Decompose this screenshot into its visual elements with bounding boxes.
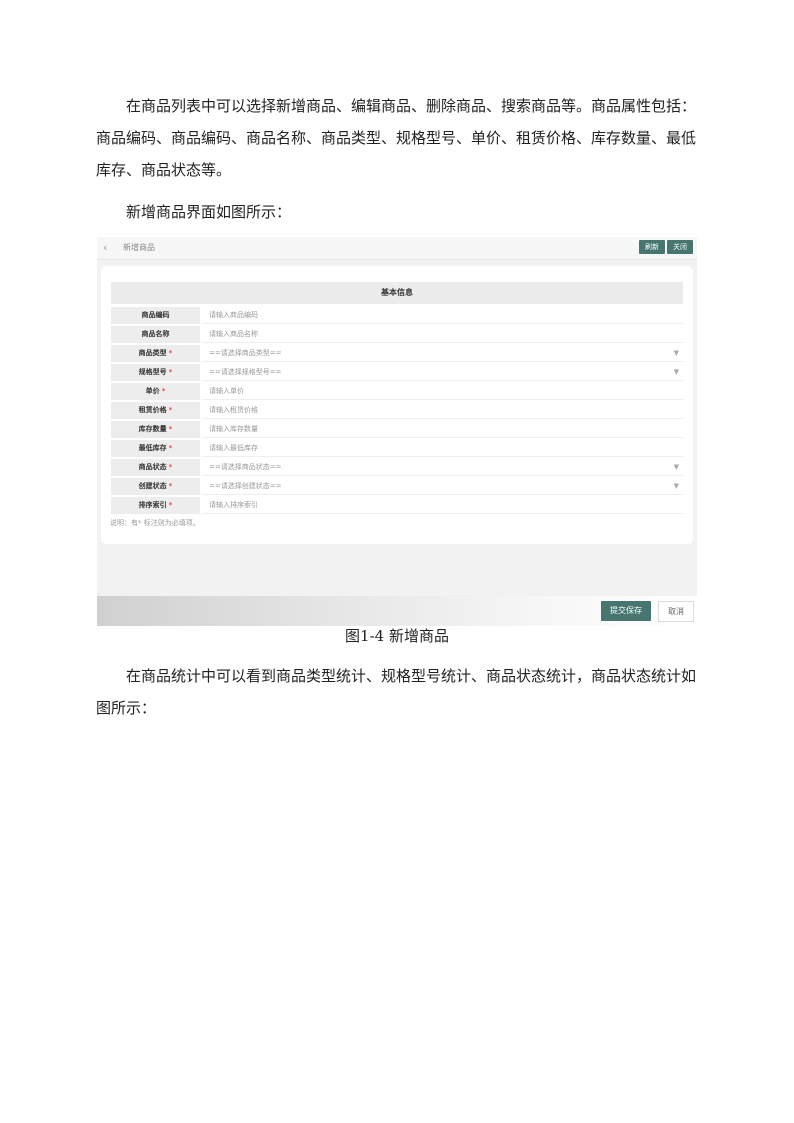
chevron-down-icon: ▼: [673, 349, 679, 357]
close-button[interactable]: 关闭: [667, 240, 693, 254]
create-status-select[interactable]: ==请选择创建状态== ▼: [203, 478, 683, 495]
product-name-input[interactable]: 请输入商品名称: [203, 326, 683, 343]
field-placeholder: 请输入租赁价格: [209, 406, 258, 414]
form-row-stock-quantity: 库存数量 * 请输入库存数量: [111, 420, 683, 439]
chevron-down-icon: ▼: [673, 463, 679, 471]
field-label-text: 商品状态: [138, 463, 167, 471]
paragraph-product-list-text: 在商品列表中可以选择新增商品、编辑商品、删除商品、搜索商品等。商品属性包括：商品…: [96, 97, 697, 179]
section-title: 基本信息: [111, 282, 683, 304]
form-row-product-status: 商品状态 * ==请选择商品状态== ▼: [111, 458, 683, 477]
field-placeholder: 请输入商品编码: [209, 311, 258, 319]
min-stock-input[interactable]: 请输入最低库存: [203, 440, 683, 457]
required-note: 说明：有* 标注则为必填项。: [110, 519, 200, 527]
sort-index-input[interactable]: 请输入排序索引: [203, 497, 683, 514]
field-label: 单价 *: [111, 383, 200, 400]
paragraph-product-statistics-text: 在商品统计中可以看到商品类型统计、规格型号统计、商品状态统计，商品状态统计如图所…: [96, 667, 697, 717]
form-row-product-code: 商品编码 请输入商品编码: [111, 306, 683, 325]
form-row-sort-index: 排序索引 * 请输入排序索引: [111, 496, 683, 515]
field-label: 商品状态 *: [111, 459, 200, 476]
top-buttons: 刷新 关闭: [639, 240, 693, 254]
figure-add-product-screenshot: ‹ 新增商品 刷新 关闭 基本信息 商品编码 请输入商品编码 商品名称 请输入商…: [97, 237, 697, 626]
field-label-text: 商品编码: [141, 311, 170, 319]
field-label: 商品编码: [111, 307, 200, 324]
cancel-button[interactable]: 取消: [658, 601, 694, 622]
paragraph-add-product-intro-text: 新增商品界面如图所示：: [126, 203, 292, 221]
spec-model-select[interactable]: ==请选择规格型号== ▼: [203, 364, 683, 381]
chevron-down-icon: ▼: [673, 482, 679, 490]
required-mark: *: [168, 501, 173, 509]
top-bar: ‹ 新增商品 刷新 关闭: [97, 237, 697, 260]
field-label-text: 租赁价格: [138, 406, 167, 414]
chevron-down-icon: ▼: [673, 368, 679, 376]
field-placeholder: ==请选择商品状态==: [209, 463, 282, 471]
form-row-product-type: 商品类型 * ==请选择商品类型== ▼: [111, 344, 683, 363]
paragraph-product-statistics: 在商品统计中可以看到商品类型统计、规格型号统计、商品状态统计，商品状态统计如图所…: [96, 660, 696, 724]
form-rows: 商品编码 请输入商品编码 商品名称 请输入商品名称 商品类型 * ==请选择商品类…: [111, 306, 683, 515]
required-mark: *: [168, 482, 173, 490]
field-placeholder: ==请选择创建状态==: [209, 482, 282, 490]
field-label: 创建状态 *: [111, 478, 200, 495]
field-label-text: 库存数量: [138, 425, 167, 433]
figure-caption: 图1-4 新增商品: [345, 627, 449, 645]
unit-price-input[interactable]: 请输入单价: [203, 383, 683, 400]
product-status-select[interactable]: ==请选择商品状态== ▼: [203, 459, 683, 476]
field-placeholder: 请输入商品名称: [209, 330, 258, 338]
field-label: 排序索引 *: [111, 497, 200, 514]
field-label-text: 创建状态: [138, 482, 167, 490]
field-label: 商品类型 *: [111, 345, 200, 362]
rental-price-input[interactable]: 请输入租赁价格: [203, 402, 683, 419]
required-mark: *: [168, 368, 173, 376]
field-label: 商品名称: [111, 326, 200, 343]
field-label: 库存数量 *: [111, 421, 200, 438]
form-row-rental-price: 租赁价格 * 请输入租赁价格: [111, 401, 683, 420]
required-mark: *: [168, 349, 173, 357]
field-label-text: 最低库存: [138, 444, 167, 452]
field-placeholder: ==请选择商品类型==: [209, 349, 282, 357]
field-label: 最低库存 *: [111, 440, 200, 457]
submit-save-button[interactable]: 提交保存: [601, 601, 651, 621]
form-row-create-status: 创建状态 * ==请选择创建状态== ▼: [111, 477, 683, 496]
form-row-spec-model: 规格型号 * ==请选择规格型号== ▼: [111, 363, 683, 382]
form-row-unit-price: 单价 * 请输入单价: [111, 382, 683, 401]
field-placeholder: 请输入最低库存: [209, 444, 258, 452]
field-placeholder: ==请选择规格型号==: [209, 368, 282, 376]
field-label-text: 排序索引: [138, 501, 167, 509]
field-placeholder: 请输入排序索引: [209, 501, 258, 509]
product-type-select[interactable]: ==请选择商品类型== ▼: [203, 345, 683, 362]
field-label-text: 规格型号: [138, 368, 167, 376]
breadcrumb: 新增商品: [123, 243, 155, 252]
form-row-min-stock: 最低库存 * 请输入最低库存: [111, 439, 683, 458]
product-code-input[interactable]: 请输入商品编码: [203, 307, 683, 324]
paragraph-add-product-intro: 新增商品界面如图所示：: [96, 196, 696, 228]
field-label: 规格型号 *: [111, 364, 200, 381]
field-placeholder: 请输入单价: [209, 387, 244, 395]
field-placeholder: 请输入库存数量: [209, 425, 258, 433]
required-mark: *: [168, 406, 173, 414]
form-row-product-name: 商品名称 请输入商品名称: [111, 325, 683, 344]
back-icon[interactable]: ‹: [103, 241, 107, 255]
field-label-text: 商品类型: [138, 349, 167, 357]
refresh-button[interactable]: 刷新: [639, 240, 665, 254]
field-label-text: 单价: [145, 387, 160, 395]
required-mark: *: [168, 463, 173, 471]
form-card: 基本信息 商品编码 请输入商品编码 商品名称 请输入商品名称 商品类型 * ==请…: [101, 266, 693, 544]
paragraph-product-list: 在商品列表中可以选择新增商品、编辑商品、删除商品、搜索商品等。商品属性包括：商品…: [96, 90, 696, 186]
stock-quantity-input[interactable]: 请输入库存数量: [203, 421, 683, 438]
field-label: 租赁价格 *: [111, 402, 200, 419]
field-label-text: 商品名称: [141, 330, 170, 338]
required-mark: *: [161, 387, 166, 395]
footer-bar: 提交保存 取消: [97, 596, 697, 626]
required-mark: *: [168, 444, 173, 452]
required-mark: *: [168, 425, 173, 433]
